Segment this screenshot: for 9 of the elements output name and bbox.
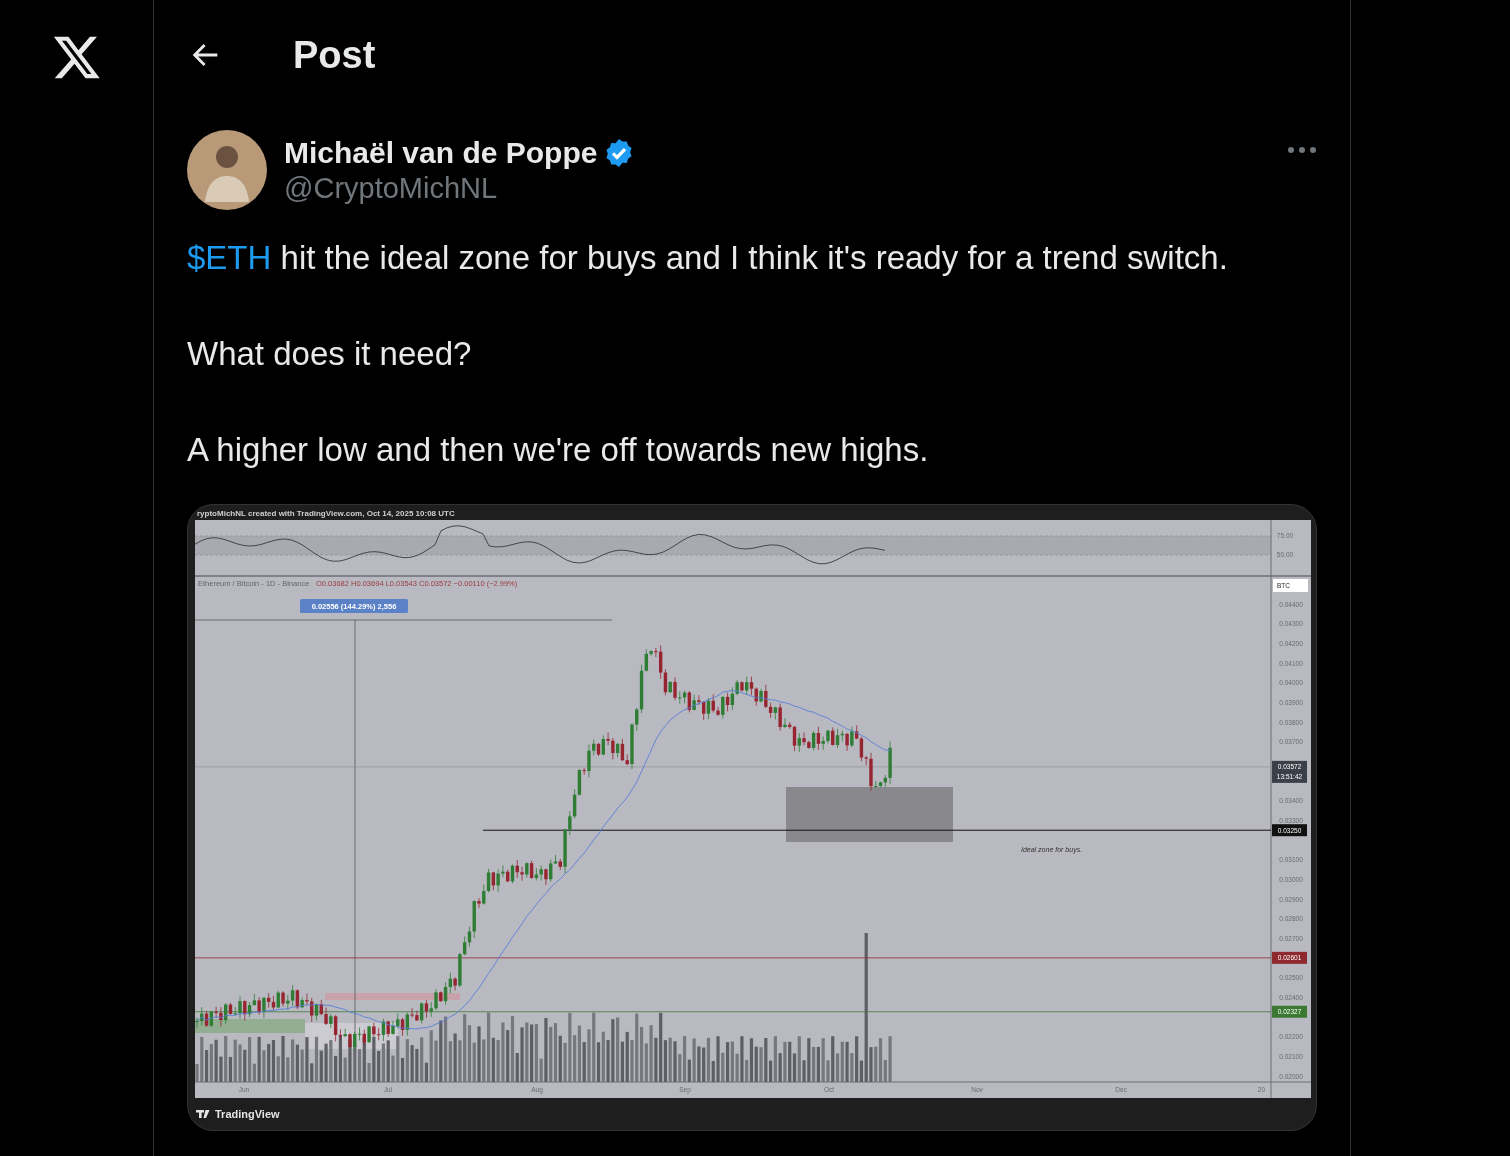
- post-text: A higher low and then we're off towards new highs.: [187, 430, 930, 470]
- brand-name: TradingView: [215, 1108, 280, 1120]
- cashtag-link[interactable]: $ETH: [187, 239, 272, 276]
- chart-caption: ryptoMichNL created with TradingView.com, Oct 14, 2025 10:08 UTC: [197, 509, 455, 518]
- author-name[interactable]: Michaël van de Poppe: [284, 135, 598, 170]
- page-title: Post: [293, 33, 376, 77]
- author-handle[interactable]: @CryptoMichNL: [284, 171, 1270, 205]
- post-text: $ETH hit the ideal zone for buys and I think it's ready for a trend switch.: [187, 238, 1229, 278]
- post-text: What does it need?: [187, 334, 473, 374]
